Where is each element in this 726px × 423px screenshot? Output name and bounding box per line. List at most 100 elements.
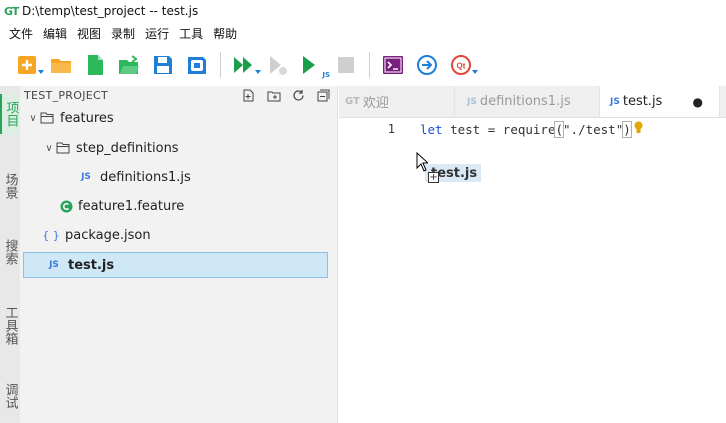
side-tab-bar: 项目 场景 搜索 工具箱 调试 — [0, 86, 20, 423]
tree-item-label: test.js — [68, 257, 115, 273]
new-document-icon — [88, 55, 103, 75]
chevron-down-icon — [38, 70, 44, 74]
tab-label: definitions1.js — [479, 94, 571, 109]
new-document-button[interactable] — [80, 50, 110, 80]
js-file-icon: JS — [81, 172, 91, 182]
open-file-icon — [119, 55, 139, 74]
toolbar: JS Qt — [0, 46, 726, 84]
collapse-all-button[interactable] — [316, 88, 331, 103]
stop-button — [331, 50, 361, 80]
feature-file-icon — [60, 200, 73, 213]
window-title: D:\temp\test_project -- test.js — [22, 4, 199, 18]
editor-tab-bar: GT 欢迎 JS definitions1.js JS test.js ● — [339, 86, 726, 118]
js-file-icon: JS — [49, 260, 59, 270]
qt-button[interactable]: Qt — [446, 50, 478, 80]
tree-item-feature1-feature[interactable]: feature1.feature — [20, 193, 338, 219]
save-button[interactable] — [148, 50, 178, 80]
save-all-icon — [188, 57, 206, 74]
refresh-button[interactable] — [291, 88, 306, 103]
new-file-button[interactable] — [12, 50, 44, 80]
app-logo: GT — [4, 4, 19, 18]
code-string: "./test" — [563, 121, 624, 137]
qt-icon: Qt — [451, 55, 471, 75]
code-text[interactable]: let test = require("./test") — [420, 120, 632, 138]
collapse-all-icon — [317, 89, 330, 101]
new-file-icon — [18, 56, 36, 74]
tab-label: 欢迎 — [362, 96, 389, 111]
line-number: 1 — [387, 122, 395, 136]
terminal-icon — [383, 56, 403, 74]
side-tab-search[interactable]: 搜索 — [0, 232, 20, 272]
chevron-down-icon: ∨ — [29, 112, 37, 124]
tree-item-package-json[interactable]: { } package.json — [20, 222, 338, 248]
tree-item-label: step_definitions — [76, 140, 179, 156]
run-js-icon — [303, 56, 315, 74]
tree-item-label: feature1.feature — [78, 198, 185, 214]
explorer-title: TEST_PROJECT — [24, 88, 108, 102]
folder-open-icon — [40, 112, 55, 124]
unsaved-indicator[interactable]: ● — [693, 95, 703, 109]
app-logo-icon: GT — [345, 96, 360, 107]
run-all-icon — [234, 57, 252, 73]
js-file-icon: JS — [467, 96, 477, 107]
new-folder-action-button[interactable] — [266, 88, 281, 103]
code-keyword: let — [420, 121, 443, 137]
tree-item-label: definitions1.js — [100, 169, 191, 185]
navigate-icon — [417, 55, 437, 75]
menu-file[interactable]: 文件 — [4, 25, 38, 42]
run-step-button — [263, 50, 293, 80]
menu-bar: 文件 编辑 视图 录制 运行 工具 帮助 — [0, 22, 726, 44]
refresh-icon — [293, 89, 304, 101]
json-file-icon: { } — [42, 228, 60, 242]
toolbar-separator — [369, 52, 370, 78]
tree-item-step-definitions[interactable]: ∨ step_definitions — [20, 135, 338, 161]
chevron-down-icon: ∨ — [45, 142, 53, 154]
toolbar-separator — [220, 52, 221, 78]
tree-item-definitions1-js[interactable]: JS definitions1.js — [20, 164, 338, 190]
tree-item-features[interactable]: ∨ features — [20, 105, 338, 131]
menu-edit[interactable]: 编辑 — [38, 25, 72, 42]
editor-area: GT 欢迎 JS definitions1.js JS test.js ● 1 … — [339, 86, 726, 423]
save-all-button[interactable] — [182, 50, 212, 80]
tab-label: test.js — [622, 94, 663, 109]
menu-run[interactable]: 运行 — [140, 25, 174, 42]
code-function: require — [502, 121, 556, 137]
chevron-down-icon — [472, 70, 478, 74]
folder-open-icon — [56, 142, 71, 154]
side-tab-debug[interactable]: 调试 — [0, 376, 20, 416]
terminal-button[interactable] — [378, 50, 408, 80]
code-identifier: test = — [442, 121, 503, 137]
menu-view[interactable]: 视图 — [72, 25, 106, 42]
menu-help[interactable]: 帮助 — [208, 25, 242, 42]
new-folder-icon — [267, 91, 280, 101]
side-tab-scenes[interactable]: 场景 — [0, 166, 20, 206]
title-bar: GT D:\temp\test_project -- test.js — [0, 0, 726, 22]
new-file-icon — [243, 89, 254, 101]
lightbulb-icon[interactable] — [634, 121, 643, 137]
run-step-icon — [270, 56, 287, 75]
tab-definitions1-js[interactable]: JS definitions1.js — [455, 86, 600, 117]
side-tab-toolbox[interactable]: 工具箱 — [0, 298, 20, 352]
svg-text:Qt: Qt — [457, 62, 466, 71]
side-tab-project[interactable]: 项目 — [0, 94, 20, 134]
code-close-paren: ) — [622, 120, 632, 138]
stop-icon — [338, 57, 354, 73]
menu-record[interactable]: 录制 — [106, 25, 140, 42]
new-file-action-button[interactable] — [241, 88, 256, 103]
tab-test-js[interactable]: JS test.js ● — [600, 86, 720, 117]
code-line[interactable]: 1 let test = require("./test") — [339, 119, 726, 139]
tree-item-test-js[interactable]: JS test.js — [23, 252, 328, 278]
menu-tools[interactable]: 工具 — [174, 25, 208, 42]
navigate-button[interactable] — [412, 50, 442, 80]
save-icon — [154, 56, 172, 74]
copy-cursor-icon: + — [428, 172, 439, 183]
tab-welcome[interactable]: GT 欢迎 — [339, 86, 455, 117]
code-open-paren: ( — [554, 120, 564, 138]
run-js-button[interactable]: JS — [297, 50, 330, 80]
open-folder-button[interactable] — [46, 50, 76, 80]
run-all-button[interactable] — [229, 50, 261, 80]
open-file-button[interactable] — [114, 50, 144, 80]
run-js-label: JS — [322, 71, 330, 79]
chevron-down-icon — [255, 70, 261, 74]
tree-item-label: package.json — [65, 227, 151, 243]
